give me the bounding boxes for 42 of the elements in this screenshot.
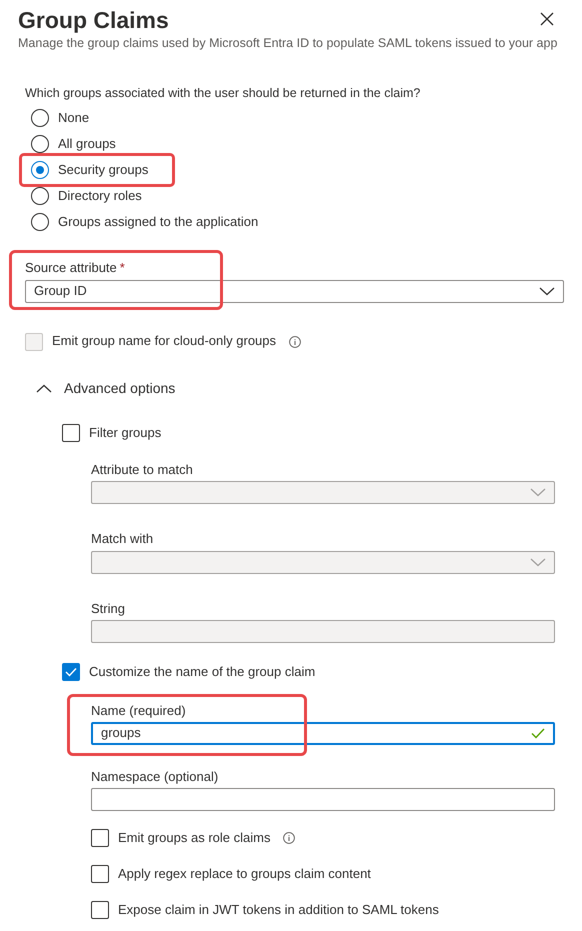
radio-button[interactable] xyxy=(31,135,49,154)
field-label: Match with xyxy=(91,531,154,548)
radio-button[interactable] xyxy=(31,213,49,232)
chevron-down-icon xyxy=(530,488,546,498)
advanced-options-toggle[interactable]: Advanced options xyxy=(36,380,176,397)
checkbox[interactable] xyxy=(91,829,109,848)
radio-label: None xyxy=(58,110,90,126)
field-label: Name (required) xyxy=(91,702,187,719)
close-button[interactable] xyxy=(540,12,554,26)
input-field[interactable]: groups xyxy=(91,722,555,745)
input-field[interactable] xyxy=(91,788,555,812)
chevron-down-icon xyxy=(530,558,546,566)
checkbox[interactable] xyxy=(91,901,109,920)
radio-label: Security groups xyxy=(58,162,148,178)
radio-label: All groups xyxy=(58,136,116,152)
checkbox-label: Emit groups as role claims xyxy=(118,830,270,846)
radio-label: Directory roles xyxy=(58,188,142,204)
checkmark-icon xyxy=(65,666,77,677)
field-label: Namespace (optional) xyxy=(91,769,220,786)
close-icon xyxy=(540,12,554,26)
panel-subtitle: Manage the group claims used by Microsoft Entra ID to populate SAML tokens issued to your app xyxy=(18,36,558,52)
checkbox[interactable] xyxy=(91,865,109,884)
checkbox-label: Expose claim in JWT tokens in addition to SAML tokens xyxy=(118,902,439,918)
checkbox-label: Emit group name for cloud-only groups xyxy=(52,333,276,350)
required-mark: * xyxy=(120,260,125,276)
field-label: Source attribute xyxy=(25,260,117,276)
panel-title: Group Claims xyxy=(18,6,169,34)
dropdown-value: Group ID xyxy=(34,282,87,300)
checkbox-label: Customize the name of the group claim xyxy=(89,664,316,680)
checkbox[interactable] xyxy=(62,662,80,681)
radio-button[interactable] xyxy=(31,187,49,206)
radio-label: Groups assigned to the application xyxy=(58,214,258,230)
checkbox[interactable] xyxy=(62,424,80,442)
source-attribute-dropdown[interactable]: Group ID xyxy=(25,280,564,302)
chevron-down-icon xyxy=(539,286,555,296)
field-label: String xyxy=(91,600,126,617)
radio-button[interactable] xyxy=(31,109,49,128)
field-label: Attribute to match xyxy=(91,462,194,478)
radio-button[interactable] xyxy=(31,161,49,180)
checkbox-label: Apply regex replace to groups claim content xyxy=(118,866,371,882)
question-text: Which groups associated with the user should be returned in the claim? xyxy=(25,86,422,102)
checkbox-label: Filter groups xyxy=(89,424,162,442)
